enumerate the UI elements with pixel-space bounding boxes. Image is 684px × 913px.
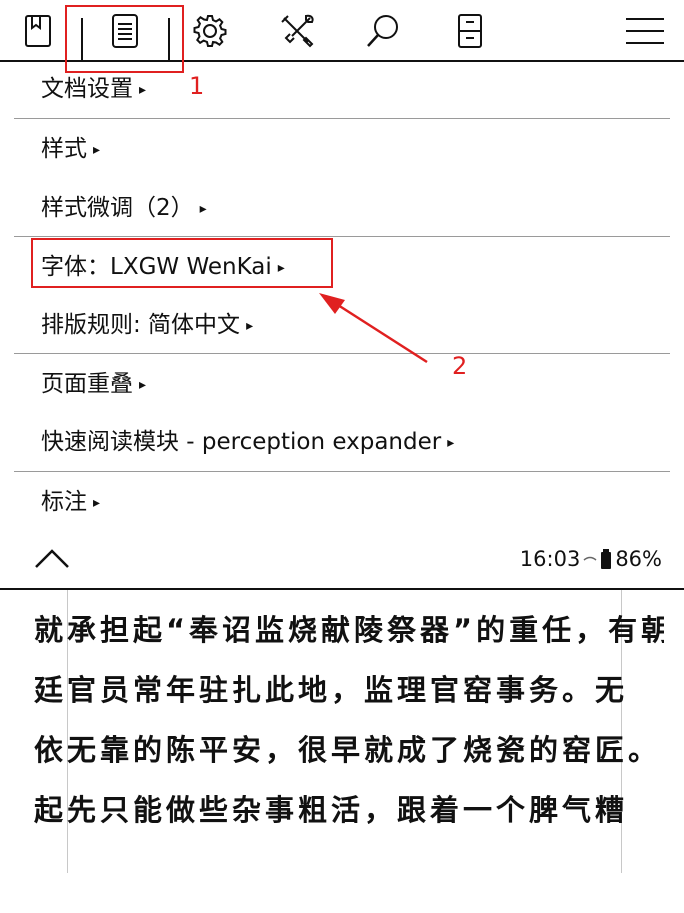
- submenu-arrow-icon: ▸: [199, 201, 207, 217]
- selected-tab-right-edge: [168, 18, 170, 62]
- menu-item-label: 标注: [41, 489, 87, 515]
- menu-item-font[interactable]: 字体：LXGW WenKai ▸: [41, 252, 285, 285]
- status-bar: 16:03 86%: [520, 545, 662, 573]
- device-icon: [458, 14, 482, 48]
- bookmark-button[interactable]: [13, 6, 63, 56]
- collapse-chevron-up-icon[interactable]: [34, 547, 70, 571]
- submenu-arrow-icon: ▸: [139, 377, 147, 393]
- document-icon: [112, 14, 138, 48]
- menu-item-style[interactable]: 样式 ▸: [41, 134, 100, 167]
- annotation-arrow-icon: [319, 293, 428, 364]
- submenu-arrow-icon: ▸: [277, 260, 285, 276]
- annotation-number-2: 2: [452, 352, 468, 380]
- device-button[interactable]: [445, 6, 495, 56]
- settings-button[interactable]: [185, 6, 235, 56]
- menu-item-label: 快速阅读模块 - perception expander: [41, 429, 442, 455]
- annotation-number-1: 1: [189, 72, 205, 100]
- submenu-arrow-icon: ▸: [139, 82, 147, 98]
- menu-icon: [626, 18, 664, 44]
- wifi-icon: [583, 556, 597, 561]
- menu-item-typesetting-rules[interactable]: 排版规则: 简体中文 ▸: [41, 310, 253, 343]
- menu-divider: [14, 118, 670, 119]
- menu-item-annotations[interactable]: 标注 ▸: [41, 487, 100, 520]
- battery-icon: [601, 549, 612, 569]
- submenu-arrow-icon: ▸: [246, 318, 254, 334]
- submenu-arrow-icon: ▸: [93, 495, 101, 511]
- menu-item-label: 排版规则: 简体中文: [41, 312, 241, 338]
- tools-button[interactable]: [272, 6, 322, 56]
- clock-time: 16:03: [519, 547, 581, 571]
- gear-icon: [193, 15, 227, 47]
- bookmark-icon: [25, 15, 51, 47]
- menu-item-style-tweaks[interactable]: 样式微调（2） ▸: [41, 193, 207, 226]
- menu-item-speed-reading[interactable]: 快速阅读模块 - perception expander ▸: [41, 427, 454, 460]
- menu-divider: [14, 236, 670, 237]
- search-icon: [367, 15, 398, 47]
- tools-icon: [281, 14, 314, 48]
- menu-item-label: 样式微调（2）: [41, 195, 194, 221]
- text-line: 廷官员常年驻扎此地，监理官窑事务。无: [34, 673, 629, 707]
- reader-divider: [0, 588, 684, 590]
- menu-item-label: 页面重叠: [41, 371, 133, 397]
- menu-item-label: 样式: [41, 136, 87, 162]
- search-button[interactable]: [358, 6, 408, 56]
- submenu-arrow-icon: ▸: [93, 142, 101, 158]
- main-menu-button[interactable]: [620, 6, 670, 56]
- menu-item-label: 字体：LXGW WenKai: [41, 254, 272, 280]
- menu-item-document-settings[interactable]: 文档设置 ▸: [41, 74, 146, 107]
- selected-tab-left-edge: [81, 18, 83, 62]
- text-line: 就承担起“奉诏监烧献陵祭器”的重任，有朝: [34, 613, 664, 647]
- submenu-arrow-icon: ▸: [447, 435, 455, 451]
- top-toolbar: [0, 0, 684, 62]
- menu-item-label: 文档设置: [41, 76, 133, 102]
- battery-percent: 86%: [615, 547, 662, 571]
- book-page-text: 就承担起“奉诏监烧献陵祭器”的重任，有朝 廷官员常年驻扎此地，监理官窑事务。无 …: [34, 605, 664, 845]
- text-line: 起先只能做些杂事粗活，跟着一个脾气糟: [34, 793, 629, 827]
- text-line: 依无靠的陈平安，很早就成了烧瓷的窑匠。: [34, 733, 662, 767]
- menu-item-page-overlap[interactable]: 页面重叠 ▸: [41, 369, 146, 402]
- document-settings-tab[interactable]: [100, 6, 150, 56]
- menu-divider: [14, 471, 670, 472]
